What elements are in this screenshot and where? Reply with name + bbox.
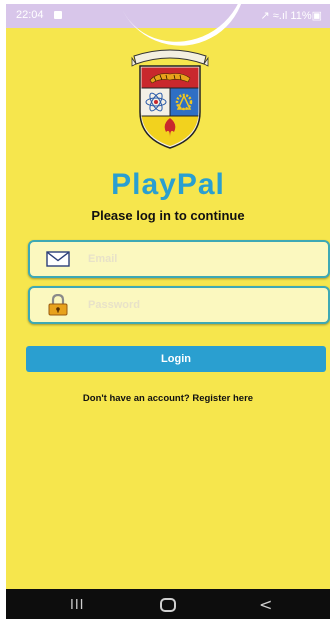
envelope-icon — [46, 251, 70, 267]
login-subtitle: Please log in to continue — [91, 208, 245, 223]
login-button[interactable]: Login — [26, 346, 326, 372]
notification-icon — [54, 11, 62, 19]
password-field[interactable] — [28, 286, 330, 324]
email-field[interactable] — [28, 240, 330, 278]
status-indicators: ↗ ≈.ıl 11%▣ — [260, 10, 322, 22]
app-screen: 22:04 ↗ ≈.ıl 11%▣ PlayPal Please log in … — [6, 4, 330, 619]
register-link[interactable]: Don't have an account? Register here — [6, 393, 330, 404]
status-time: 22:04 — [16, 9, 44, 21]
email-input[interactable] — [88, 248, 308, 270]
password-input[interactable] — [88, 294, 308, 316]
recents-button[interactable]: III — [70, 598, 85, 613]
navigation-bar: III < — [6, 589, 330, 619]
padlock-icon — [48, 294, 68, 316]
crest-logo — [131, 49, 209, 149]
back-button[interactable]: < — [259, 595, 272, 614]
app-title: PlayPal — [111, 168, 225, 201]
home-button[interactable] — [160, 598, 176, 612]
